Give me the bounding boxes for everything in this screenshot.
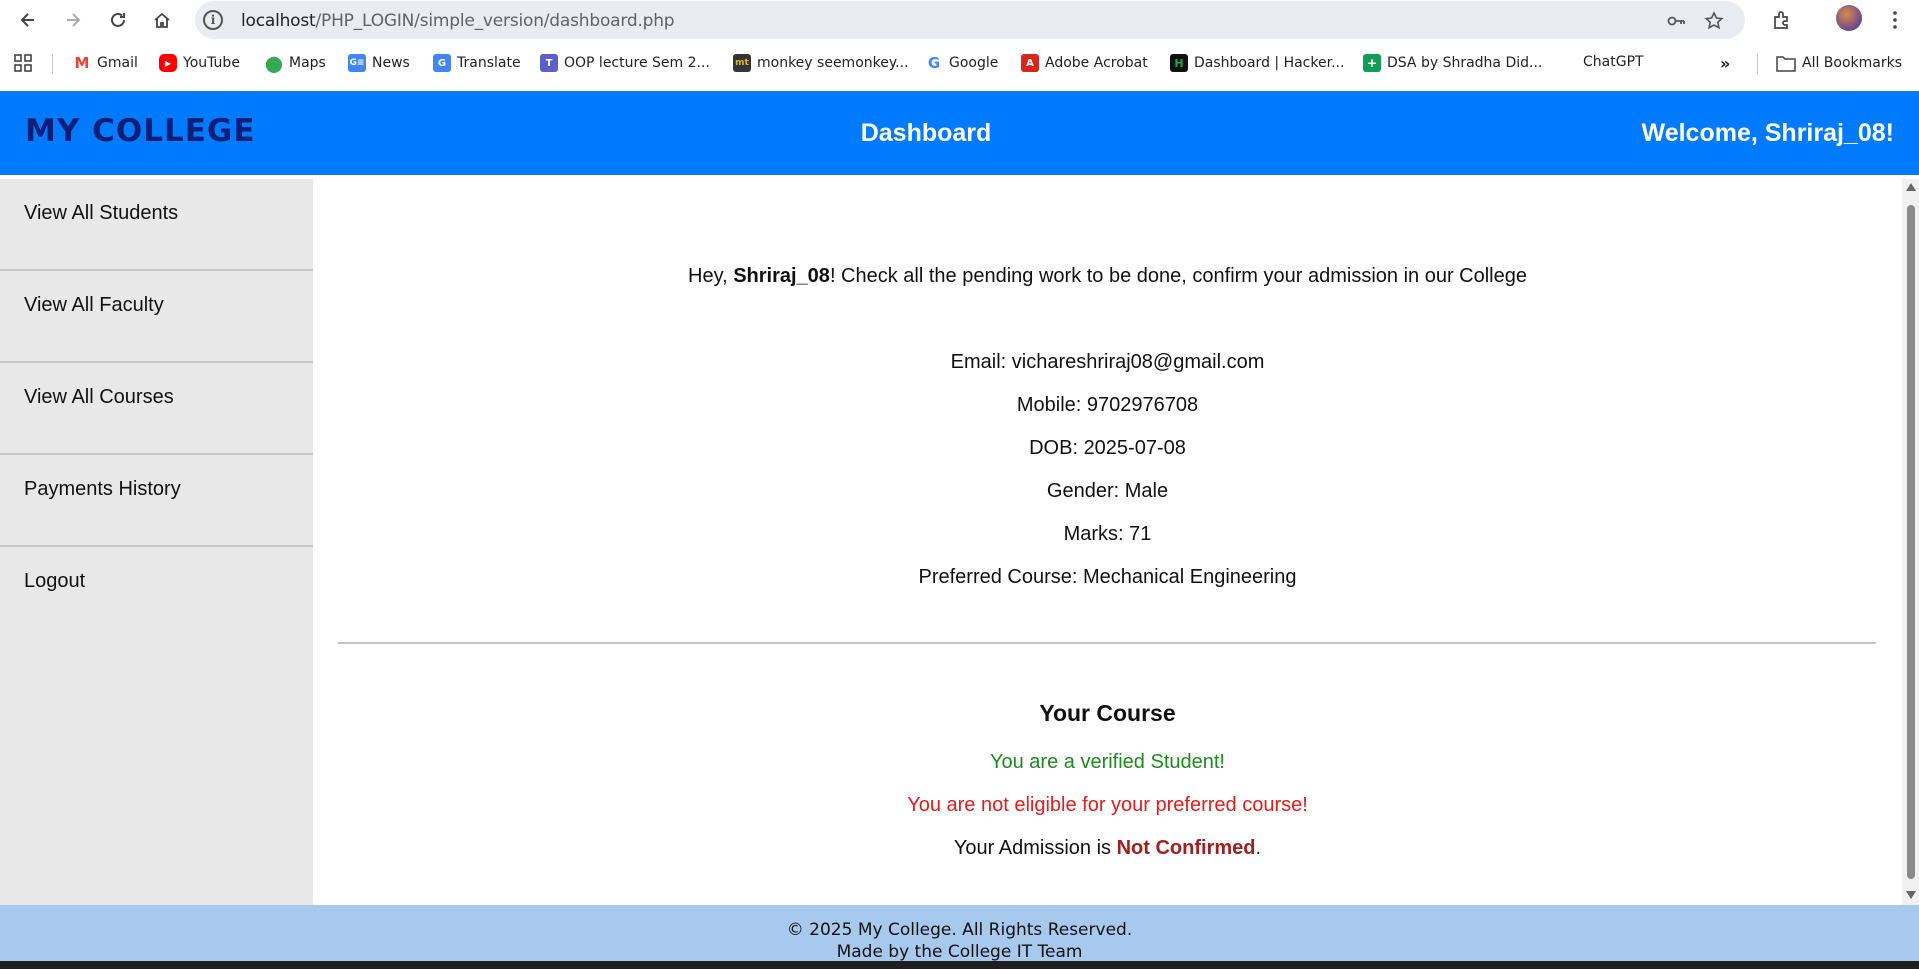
bookmark-translate[interactable]: G Translate [433,54,521,72]
all-bookmarks-label: All Bookmarks [1802,55,1903,71]
page-scrollbar[interactable] [1902,179,1919,905]
welcome-username: Shriraj_08 [1764,119,1886,147]
bookmark-dsa[interactable]: + DSA by Shradha Did... [1363,54,1542,72]
teams-icon: T [540,54,558,72]
admission-status-line: Your Admission is Not Confirmed. [953,837,1262,859]
reload-button[interactable] [104,6,132,34]
bookmark-hackerrank[interactable]: H Dashboard | Hacker... [1170,54,1344,72]
bookmark-news[interactable]: G≡ News [348,54,410,72]
bookmark-label: ChatGPT [1583,54,1644,70]
sidebar-item-logout[interactable]: Logout [0,547,313,639]
sidebar-item-view-all-courses[interactable]: View All Courses [0,363,313,455]
gmail-icon: M [73,54,91,72]
main-content: Hey, Shriraj_08! Check all the pending w… [313,179,1902,905]
scroll-down-arrow-icon[interactable] [1906,891,1916,899]
greeting-username: Shriraj_08 [733,265,830,287]
bookmark-google[interactable]: G Google [925,54,998,72]
password-key-icon[interactable] [1665,10,1687,32]
site-footer: © 2025 My College. All Rights Reserved. … [0,905,1919,961]
bookmarks-bar: M Gmail ▶ YouTube ⬤ Maps G≡ News G Trans… [0,44,1919,84]
bookmarks-separator [52,54,53,74]
bookmark-monkeytype[interactable]: mt monkey seemonkey... [733,54,909,72]
bookmarks-overflow-icon[interactable]: » [1720,54,1730,73]
news-icon: G≡ [348,54,366,72]
greeting-message: Hey, Shriraj_08! Check all the pending w… [688,265,1527,287]
bookmark-label: Dashboard | Hacker... [1194,55,1345,71]
scroll-up-arrow-icon[interactable] [1906,183,1916,191]
eligibility-status: You are not eligible for your preferred … [907,794,1308,816]
marks-info: Marks: 71 [1063,523,1152,545]
reload-icon [111,12,125,27]
address-bar[interactable]: i localhost/PHP_LOGIN/simple_version/das… [195,1,1745,39]
extensions-icon[interactable] [1771,9,1793,31]
profile-avatar[interactable] [1836,5,1862,31]
apps-grid-icon[interactable] [14,54,32,72]
home-icon [154,12,170,28]
hackerrank-icon: H [1170,54,1188,72]
footer-copyright: © 2025 My College. All Rights Reserved. [786,920,1133,940]
admission-status-badge: Not Confirmed [1116,837,1256,859]
folder-icon [1776,56,1796,72]
bookmark-label: News [372,55,410,71]
home-button[interactable] [148,6,176,34]
site-info-icon[interactable]: i [203,10,223,30]
arrow-left-icon [20,13,34,27]
bookmark-label: Maps [289,55,326,71]
dob-info: DOB: 2025-07-08 [1029,437,1186,459]
google-icon: G [925,54,943,72]
bookmark-chatgpt[interactable]: ChatGPT [1583,54,1644,70]
bookmark-label: monkey seemonkey... [757,55,909,71]
email-info: Email: vichareshriraj08@gmail.com [950,351,1265,373]
bookmark-label: Gmail [97,55,138,71]
bookmarks-separator [1757,54,1758,74]
arrow-right-icon [67,13,81,27]
mobile-info: Mobile: 9702976708 [1016,394,1199,416]
monkeytype-icon: mt [733,54,751,72]
browser-toolbar: i localhost/PHP_LOGIN/simple_version/das… [0,0,1919,40]
all-bookmarks-button[interactable]: All Bookmarks [1776,54,1902,72]
preferred-course-info: Preferred Course: Mechanical Engineering [918,566,1297,588]
maps-icon: ⬤ [265,53,283,73]
gender-info: Gender: Male [1046,480,1169,502]
menu-kebab-icon[interactable] [1884,9,1906,31]
app-header: MY COLLEGE Dashboard Welcome, Shriraj_08… [0,91,1919,175]
bookmark-youtube[interactable]: ▶ YouTube [159,54,240,72]
page-title: Dashboard [860,119,992,147]
bookmark-adobe-acrobat[interactable]: A Adobe Acrobat [1021,54,1148,72]
sidebar-item-view-all-students[interactable]: View All Students [0,179,313,271]
os-taskbar-edge [0,961,1919,969]
bookmark-label: OOP lecture Sem 2... [564,55,710,71]
url-text: localhost/PHP_LOGIN/simple_version/dashb… [241,11,675,31]
bookmark-star-icon[interactable] [1703,10,1725,32]
bookmark-label: YouTube [183,55,240,71]
your-course-heading: Your Course [1039,700,1176,726]
bookmark-label: DSA by Shradha Did... [1387,55,1543,71]
bookmark-maps[interactable]: ⬤ Maps [265,53,326,73]
sheets-icon: + [1363,54,1381,72]
sidebar-item-view-all-faculty[interactable]: View All Faculty [0,271,313,363]
acrobat-icon: A [1021,54,1039,72]
bookmark-label: Translate [457,55,521,71]
youtube-icon: ▶ [159,54,177,72]
translate-icon: G [433,54,451,72]
bookmark-label: Adobe Acrobat [1045,55,1148,71]
section-divider [338,642,1876,644]
bookmark-label: Google [949,55,999,71]
footer-credit: Made by the College IT Team [836,942,1083,961]
sidebar: View All Students View All Faculty View … [0,179,313,905]
back-button[interactable] [14,6,42,34]
bookmark-gmail[interactable]: M Gmail [73,54,138,72]
sidebar-item-payments-history[interactable]: Payments History [0,455,313,547]
forward-button[interactable] [59,6,87,34]
bookmark-oop-lecture[interactable]: T OOP lecture Sem 2... [540,54,710,72]
verified-status: You are a verified Student! [990,751,1225,773]
scrollbar-thumb[interactable] [1907,205,1915,879]
welcome-message: Welcome, Shriraj_08! [1641,119,1894,147]
